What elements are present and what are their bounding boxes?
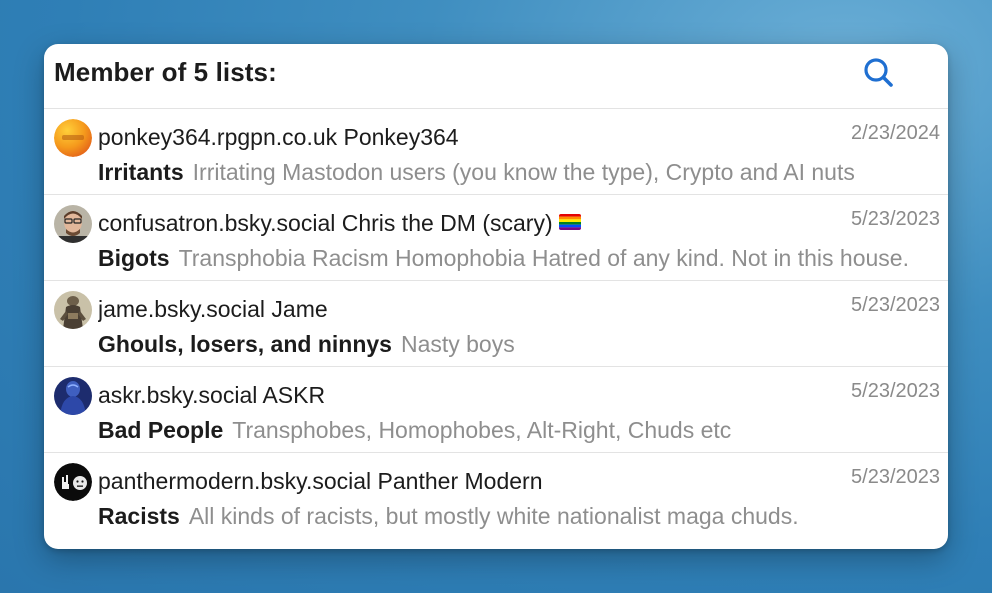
user-name: jame.bsky.social Jame xyxy=(98,296,328,322)
list-item[interactable]: ponkey364.rpgpn.co.uk Ponkey364 2/23/202… xyxy=(44,109,948,195)
blue-figure-avatar[interactable] xyxy=(54,377,92,415)
orange-gradient-avatar[interactable] xyxy=(54,119,92,157)
person-photo-avatar[interactable] xyxy=(54,205,92,243)
user-name: ponkey364.rpgpn.co.uk Ponkey364 xyxy=(98,124,459,150)
panel-title: Member of 5 lists: xyxy=(54,57,277,87)
user-name: askr.bsky.social ASKR xyxy=(98,382,326,408)
member-lists: ponkey364.rpgpn.co.uk Ponkey364 2/23/202… xyxy=(44,109,948,538)
list-description: Transphobia Racism Homophobia Hatred of … xyxy=(178,245,909,271)
list-detail: Bigots Transphobia Racism Homophobia Hatr… xyxy=(98,245,934,272)
list-item[interactable]: confusatron.bsky.social Chris the DM (sc… xyxy=(44,195,948,281)
list-description: Nasty boys xyxy=(400,331,515,357)
list-name: Bigots xyxy=(98,245,170,271)
added-date: 5/23/2023 xyxy=(851,208,940,230)
list-name: Ghouls, losers, and ninnys xyxy=(98,331,392,357)
search-button[interactable] xyxy=(859,54,899,94)
list-detail: Ghouls, losers, and ninnys Nasty boys xyxy=(98,331,934,358)
list-detail: Racists All kinds of racists, but mostly … xyxy=(98,503,934,530)
user-name: confusatron.bsky.social Chris the DM (sc… xyxy=(98,210,553,236)
list-name: Racists xyxy=(98,503,180,529)
rock-hand-smiley-avatar[interactable] xyxy=(54,463,92,501)
list-item[interactable]: askr.bsky.social ASKR 5/23/2023 Bad Peop… xyxy=(44,367,948,453)
search-icon xyxy=(864,58,893,87)
list-name: Irritants xyxy=(98,159,184,185)
added-date: 5/23/2023 xyxy=(851,380,940,402)
list-description: Irritating Mastodon users (you know the … xyxy=(192,159,855,185)
list-item[interactable]: panthermodern.bsky.social Panther Modern… xyxy=(44,453,948,538)
added-date: 5/23/2023 xyxy=(851,466,940,488)
rainbow-flag-icon xyxy=(558,214,581,230)
list-item[interactable]: jame.bsky.social Jame 5/23/2023 Ghouls, … xyxy=(44,281,948,367)
panel-header: Member of 5 lists: xyxy=(44,44,948,109)
user-name-line: confusatron.bsky.social Chris the DM (sc… xyxy=(98,210,581,237)
list-detail: Bad People Transphobes, Homophobes, Alt-R… xyxy=(98,417,934,444)
list-detail: Irritants Irritating Mastodon users (you … xyxy=(98,159,934,186)
figurine-avatar[interactable] xyxy=(54,291,92,329)
lists-panel: Member of 5 lists: ponkey364.rpgpn.co.uk… xyxy=(44,44,948,549)
list-name: Bad People xyxy=(98,417,224,443)
added-date: 5/23/2023 xyxy=(851,294,940,316)
user-name: panthermodern.bsky.social Panther Modern xyxy=(98,468,543,494)
list-description: Transphobes, Homophobes, Alt-Right, Chud… xyxy=(232,417,732,443)
list-description: All kinds of racists, but mostly white n… xyxy=(188,503,799,529)
added-date: 2/23/2024 xyxy=(851,122,940,144)
